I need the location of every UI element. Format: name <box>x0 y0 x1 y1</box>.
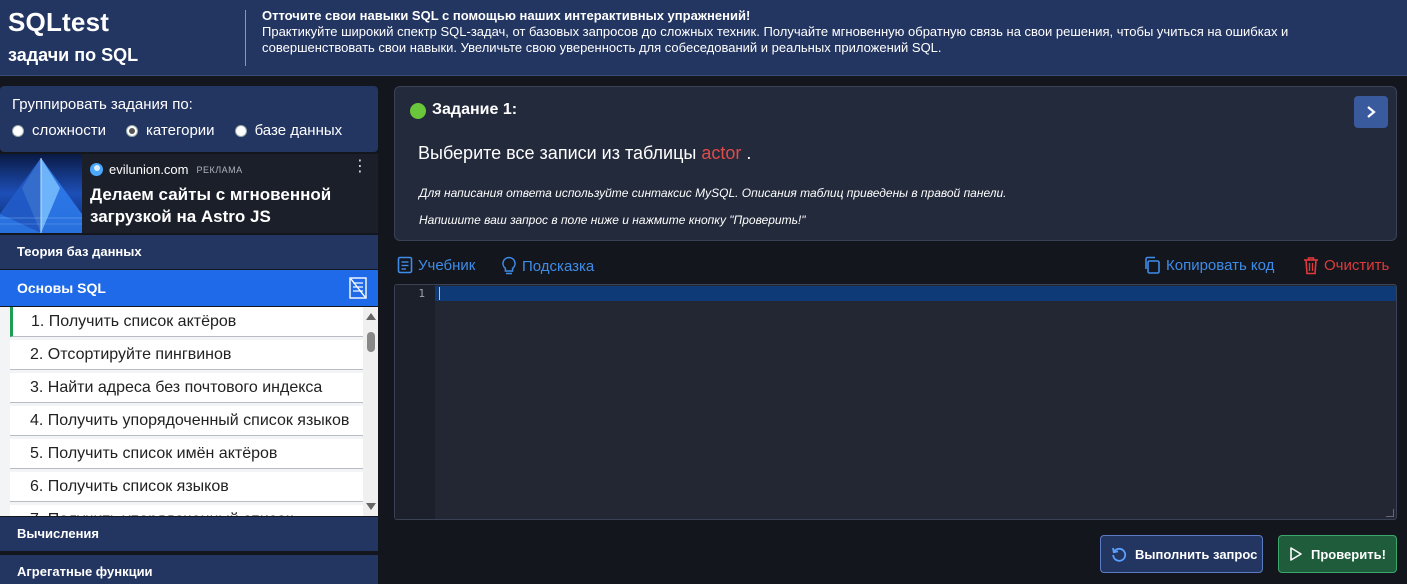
radio-category-dot[interactable] <box>126 124 139 137</box>
task-item-6[interactable]: 6. Получить список языков <box>10 472 363 502</box>
category-calculations[interactable]: Вычисления <box>0 517 378 551</box>
task-list[interactable]: 1. Получить список актёров 2. Отсортируй… <box>0 307 378 516</box>
copy-icon <box>1145 256 1160 274</box>
task-item-4[interactable]: 4. Получить упорядоченный список языков <box>10 406 363 436</box>
task-text-after: . <box>746 143 752 163</box>
refresh-icon <box>1112 547 1127 562</box>
category-basics[interactable]: Основы SQL <box>0 270 378 306</box>
ad-banner[interactable]: evilunion.com РЕКЛАМА ⋮ Делаем сайты с м… <box>0 154 378 233</box>
copy-code-label: Копировать код <box>1166 256 1275 274</box>
chevron-right-icon <box>1367 106 1376 118</box>
editor-toolbar: Учебник Подсказка Копировать код Очистит… <box>394 254 1397 280</box>
header-intro: Отточите свои навыки SQL с помощью наших… <box>262 8 1397 56</box>
scroll-down-icon[interactable] <box>366 503 376 510</box>
category-theory[interactable]: Теория баз данных <box>0 235 378 269</box>
task-item-2[interactable]: 2. Отсортируйте пингвинов <box>10 340 363 370</box>
lightbulb-icon <box>502 256 516 275</box>
brand-title: SQLtest <box>8 7 110 37</box>
task-text-before: Выберите все записи из таблицы <box>418 143 697 163</box>
tutorial-label: Учебник <box>418 256 476 274</box>
text-cursor <box>439 287 440 300</box>
task-card: Задание 1: Выберите все записи из таблиц… <box>394 86 1397 241</box>
task-item-1[interactable]: 1. Получить список актёров <box>10 307 363 337</box>
clear-label: Очистить <box>1324 257 1390 274</box>
ad-tag: РЕКЛАМА <box>196 164 243 175</box>
header-headline: Отточите свои навыки SQL с помощью наших… <box>262 8 751 23</box>
line-number: 1 <box>418 287 425 300</box>
copy-code-button[interactable]: Копировать код <box>1143 256 1274 274</box>
ad-title[interactable]: Делаем сайты с мгновенной загрузкой на A… <box>90 184 370 228</box>
scroll-thumb[interactable] <box>367 332 375 352</box>
task-note-syntax: Для написания ответа используйте синтакс… <box>419 186 1007 200</box>
hint-label: Подсказка <box>522 257 595 275</box>
header-description: Практикуйте широкий спектр SQL-задач, от… <box>262 24 1289 55</box>
category-basics-label: Основы SQL <box>17 280 106 296</box>
radio-database[interactable]: базе данных <box>234 122 343 139</box>
task-number: Задание 1: <box>432 101 518 118</box>
globe-icon <box>90 163 103 176</box>
radio-difficulty-dot[interactable] <box>12 124 24 137</box>
task-item-5[interactable]: 5. Получить список имён актёров <box>10 439 363 469</box>
site-header: SQLtest задачи по SQL Отточите свои навы… <box>0 0 1407 76</box>
brand-subtitle: задачи по SQL <box>8 45 139 65</box>
task-table-name: actor <box>701 143 742 163</box>
check-label: Проверить! <box>1311 546 1386 562</box>
run-query-label: Выполнить запрос <box>1135 546 1258 562</box>
radio-category-label: категории <box>146 122 215 139</box>
grouping-label: Группировать задания по: <box>12 96 193 113</box>
radio-category[interactable]: категории <box>126 122 215 139</box>
radio-difficulty-label: сложности <box>32 122 107 139</box>
grouping-options: сложности категории базе данных <box>12 122 366 139</box>
task-statement: Выберите все записи из таблицы actor . <box>418 143 751 164</box>
radio-difficulty[interactable]: сложности <box>12 122 106 139</box>
sidebar: Группировать задания по: сложности катег… <box>0 86 378 584</box>
task-item-7[interactable]: 7. Получить упорядоченный список <box>10 505 363 516</box>
clear-button[interactable]: Очистить <box>1303 256 1389 275</box>
editor-gutter: 1 <box>395 285 435 519</box>
task-status-icon <box>410 103 426 119</box>
document-list-icon[interactable] <box>348 277 368 299</box>
next-task-button[interactable] <box>1354 96 1388 128</box>
grouping-panel: Группировать задания по: сложности катег… <box>0 86 378 152</box>
ad-image[interactable] <box>0 154 82 233</box>
radio-database-label: базе данных <box>254 122 343 139</box>
run-query-button[interactable]: Выполнить запрос <box>1100 535 1263 573</box>
resize-handle-icon[interactable] <box>1386 509 1394 517</box>
play-icon <box>1290 547 1302 561</box>
brand[interactable]: SQLtest задачи по SQL <box>8 6 138 68</box>
active-line-highlight <box>435 286 1396 301</box>
sql-editor[interactable]: 1 <box>394 284 1397 520</box>
ad-site-name: evilunion.com <box>109 162 189 177</box>
header-divider <box>245 10 246 66</box>
hint-button[interactable]: Подсказка <box>501 256 594 276</box>
check-button[interactable]: Проверить! <box>1278 535 1397 573</box>
radio-database-dot[interactable] <box>234 124 247 137</box>
trash-icon <box>1304 257 1318 275</box>
category-aggregates[interactable]: Агрегатные функции <box>0 555 378 584</box>
book-icon <box>397 256 413 274</box>
task-note-instructions: Напишите ваш запрос в поле ниже и нажмит… <box>419 213 806 227</box>
task-list-scrollbar[interactable] <box>363 307 378 516</box>
tutorial-button[interactable]: Учебник <box>397 256 475 274</box>
task-item-3[interactable]: 3. Найти адреса без почтового индекса <box>10 373 363 403</box>
ad-site[interactable]: evilunion.com РЕКЛАМА <box>90 162 243 177</box>
scroll-up-icon[interactable] <box>366 313 376 320</box>
ad-menu-icon[interactable]: ⋮ <box>352 159 368 175</box>
